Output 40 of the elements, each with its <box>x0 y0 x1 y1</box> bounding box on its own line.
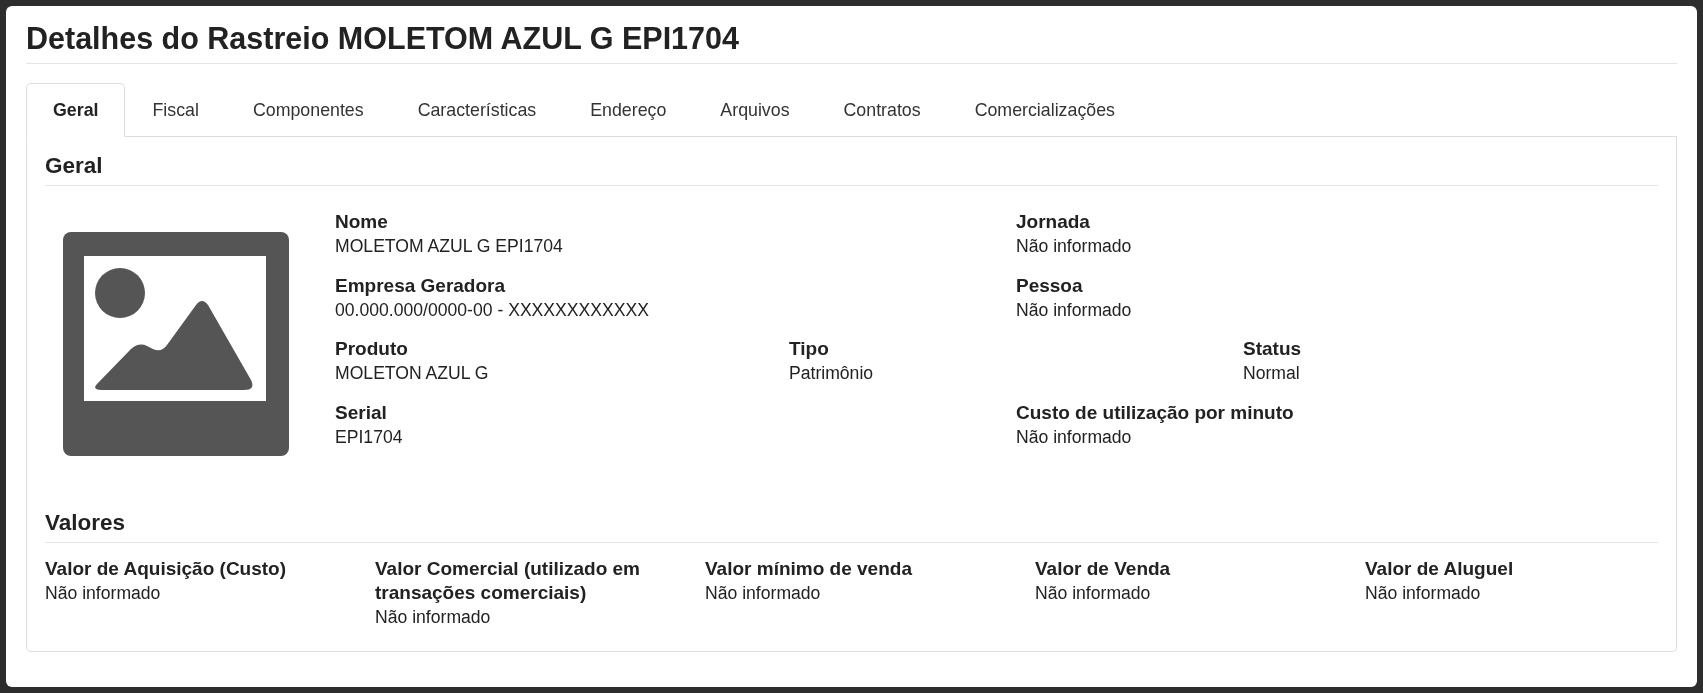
field-label: Pessoa <box>1016 273 1084 298</box>
field-value: EPI1704 <box>335 425 404 449</box>
section-heading: Valores <box>45 510 1658 543</box>
field-label: Custo de utilização por minuto <box>1016 400 1295 425</box>
tab[interactable]: Contratos <box>816 83 948 137</box>
field-value: Não informado <box>1365 582 1482 605</box>
field-label: Valor Comercial (utilizado em transações comerciais) <box>375 557 642 605</box>
field-value: Não informado <box>1016 298 1133 322</box>
field-label: Tipo <box>789 337 830 361</box>
image-placeholder-icon <box>63 232 289 456</box>
field-value: Normal <box>1243 362 1301 385</box>
tab[interactable]: Componentes <box>225 83 391 137</box>
field-label: Valor de Venda <box>1035 557 1172 581</box>
tab[interactable]: Características <box>390 83 564 137</box>
field-label: Produto <box>335 337 409 361</box>
section-heading: Geral <box>45 153 1658 186</box>
field-value: MOLETOM AZUL G EPI1704 <box>335 235 564 258</box>
field-value: Não informado <box>1016 235 1133 258</box>
tab[interactable]: Arquivos <box>693 83 817 137</box>
field-value: Patrimônio <box>789 362 875 385</box>
field-value: Não informado <box>705 582 822 605</box>
field-label: Empresa Geradora <box>335 273 507 298</box>
field-value: Não informado <box>1035 582 1152 605</box>
field-label: Nome <box>335 210 389 234</box>
tab[interactable]: Comercializações <box>947 83 1142 137</box>
field-label: Jornada <box>1016 210 1091 234</box>
field-value: Não informado <box>375 606 492 629</box>
field-value: Não informado <box>45 582 162 605</box>
tab[interactable]: Endereço <box>563 83 694 137</box>
field-value: MOLETON AZUL G <box>335 362 490 385</box>
field-label: Serial <box>335 400 388 425</box>
field-label: Status <box>1243 337 1303 361</box>
modal-title: Detalhes do Rastreio MOLETOM AZUL G EPI1704 <box>26 20 1677 64</box>
field-label: Valor de Aluguel <box>1365 557 1515 581</box>
field-value: 00.000.000/0000-00 - XXXXXXXXXXXX <box>335 298 650 322</box>
field-label: Valor de Aquisição (Custo) <box>45 557 288 581</box>
tab[interactable]: Fiscal <box>125 83 226 137</box>
field-label: Valor mínimo de venda <box>705 557 913 581</box>
field-value: Não informado <box>1016 425 1133 449</box>
tab[interactable]: Geral <box>26 83 126 137</box>
